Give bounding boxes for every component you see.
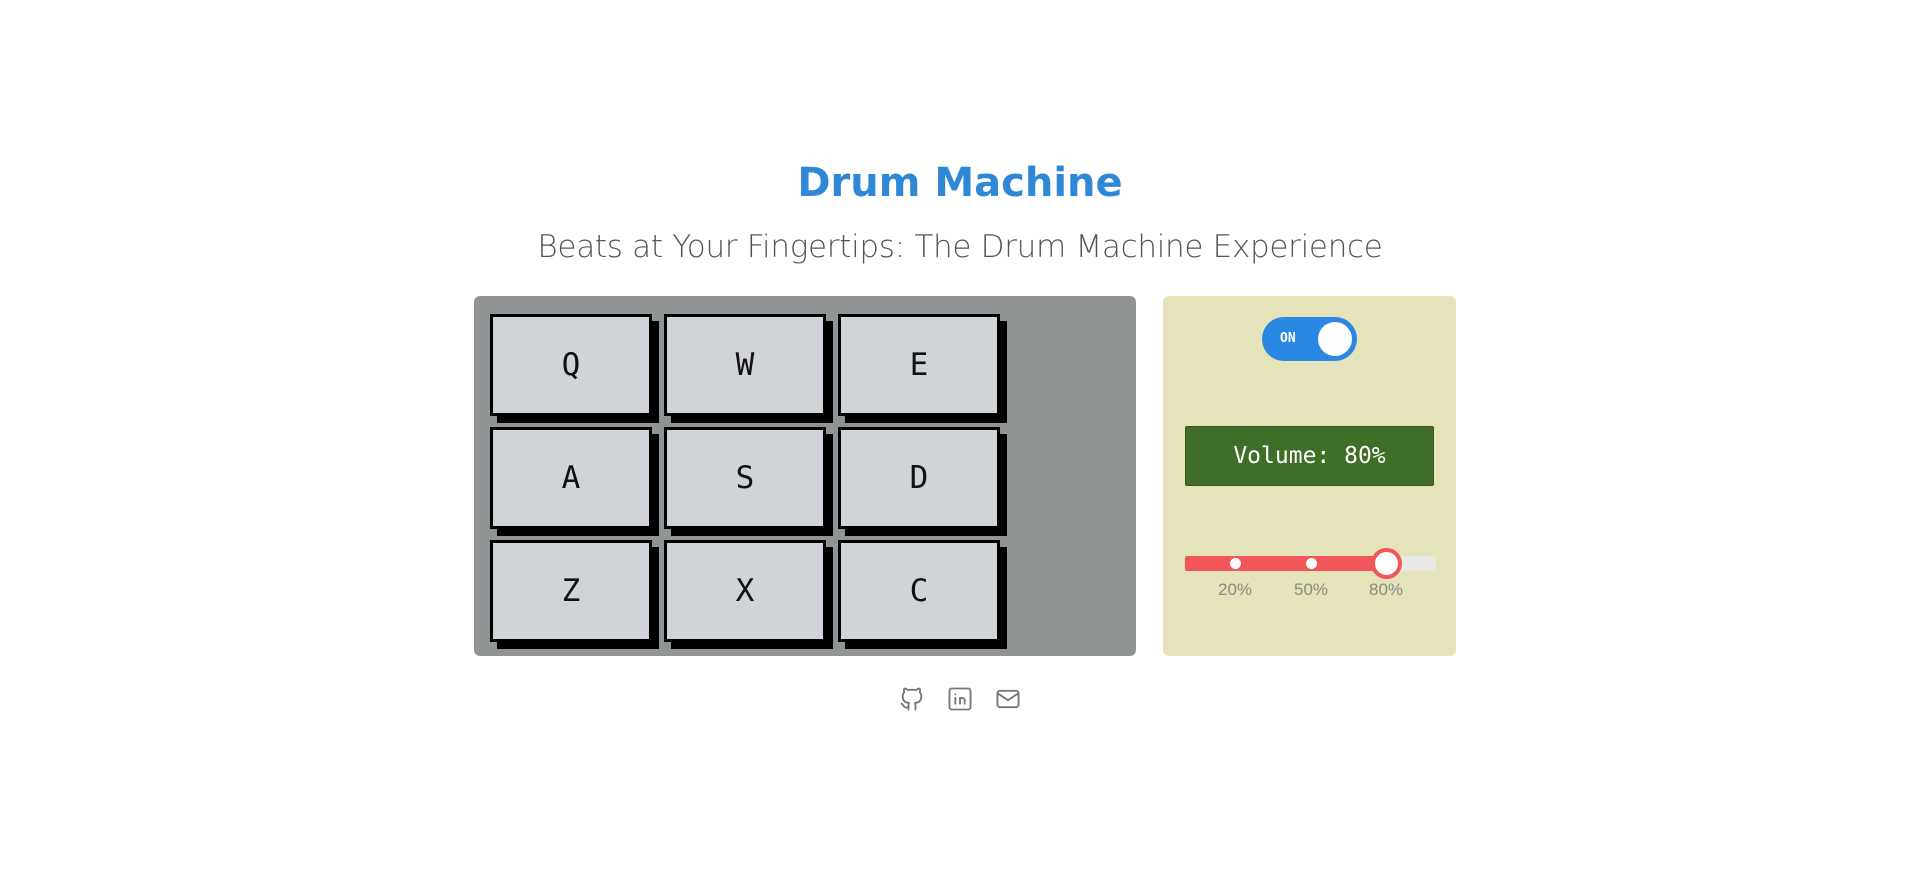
volume-mark-label-50: 50% — [1293, 580, 1329, 599]
drum-pad-c[interactable]: C — [838, 540, 1000, 642]
drum-pad-a[interactable]: A — [490, 427, 652, 529]
page-title: Drum Machine — [797, 160, 1123, 206]
linkedin-icon — [948, 687, 972, 711]
power-toggle[interactable]: ON — [1262, 317, 1357, 361]
volume-display: Volume: 80% — [1185, 426, 1434, 486]
social-links — [0, 685, 1920, 713]
drum-pad-q[interactable]: Q — [490, 314, 652, 416]
linkedin-link[interactable] — [946, 685, 974, 713]
github-link[interactable] — [898, 685, 926, 713]
volume-slider[interactable]: 20% 50% 80% — [1185, 548, 1436, 616]
mail-icon — [996, 689, 1020, 709]
power-toggle-knob — [1318, 322, 1352, 356]
volume-mark-20[interactable] — [1230, 558, 1241, 569]
drum-pad-bank: Q W E A S D Z X C — [474, 296, 1136, 656]
volume-mark-label-20: 20% — [1217, 580, 1253, 599]
drum-machine-app: Drum Machine Beats at Your Fingertips: T… — [0, 0, 1920, 893]
volume-slider-fill — [1185, 556, 1386, 571]
drum-pad-s[interactable]: S — [664, 427, 826, 529]
volume-mark-50[interactable] — [1306, 558, 1317, 569]
volume-mark-label-80: 80% — [1368, 580, 1404, 599]
volume-slider-handle[interactable] — [1371, 548, 1402, 579]
mail-link[interactable] — [994, 685, 1022, 713]
drum-pad-w[interactable]: W — [664, 314, 826, 416]
drum-pad-d[interactable]: D — [838, 427, 1000, 529]
drum-pad-x[interactable]: X — [664, 540, 826, 642]
drum-pad-z[interactable]: Z — [490, 540, 652, 642]
github-icon — [900, 687, 923, 711]
page-subtitle: Beats at Your Fingertips: The Drum Machi… — [537, 229, 1383, 265]
controls-panel: ON Volume: 80% 20% 50% 80% — [1163, 296, 1456, 656]
power-toggle-label: ON — [1280, 331, 1296, 346]
drum-pad-e[interactable]: E — [838, 314, 1000, 416]
